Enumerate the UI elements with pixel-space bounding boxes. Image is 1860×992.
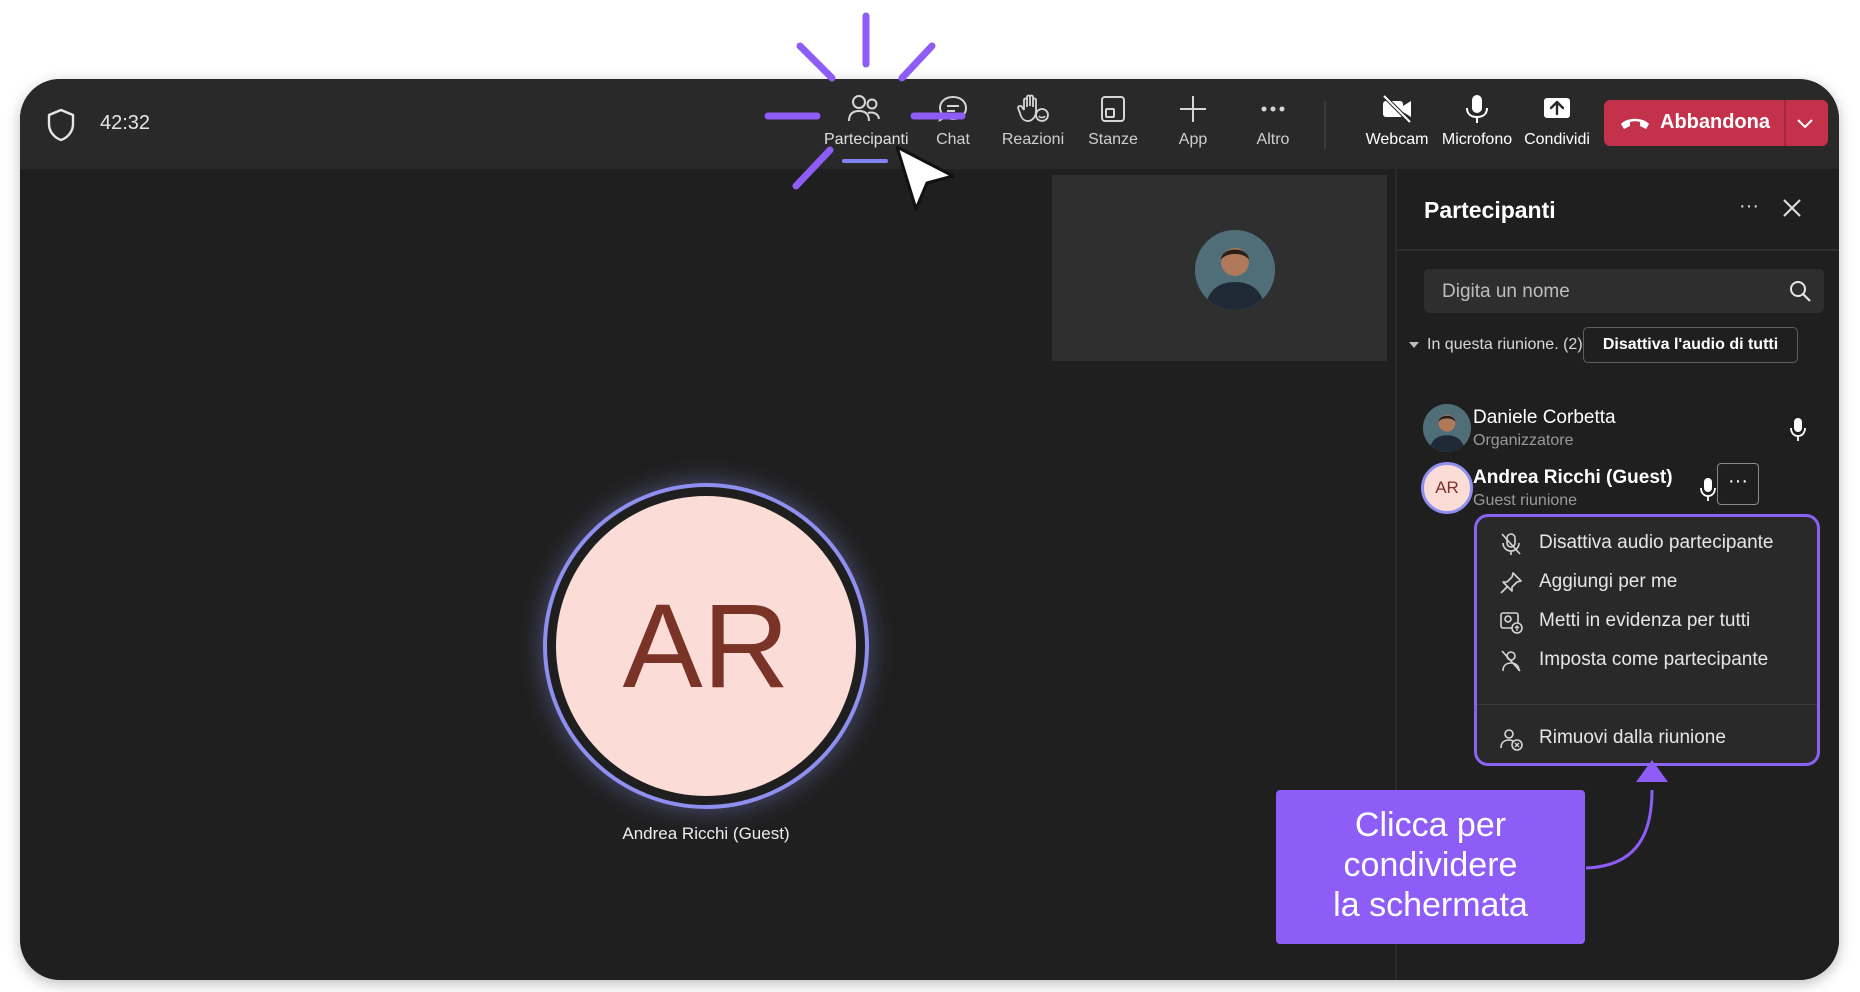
menu-item-label: Imposta come partecipante	[1539, 649, 1769, 670]
self-video-tile[interactable]	[1052, 175, 1387, 361]
share-label: Condividi	[1524, 131, 1590, 148]
camera-button[interactable]: Webcam	[1357, 93, 1437, 163]
participant-role: Organizzatore	[1473, 432, 1574, 449]
participants-label: Partecipanti	[824, 131, 909, 148]
profile-photo	[1195, 230, 1275, 310]
attendee-icon	[1501, 650, 1521, 672]
menu-item-mute-participant[interactable]: Disattiva audio partecipante	[1491, 523, 1801, 563]
caret-down-icon	[1409, 341, 1419, 348]
menu-item-label: Aggiungi per me	[1539, 571, 1678, 592]
microphone-icon	[1700, 478, 1716, 501]
menu-item-label: Rimuovi dalla riunione	[1539, 727, 1726, 748]
participant-role: Guest riunione	[1473, 492, 1578, 509]
close-icon[interactable]	[1779, 195, 1805, 221]
profile-photo	[1423, 404, 1471, 452]
chat-label: Chat	[936, 131, 970, 148]
search-input[interactable]	[1440, 279, 1764, 305]
microphone-icon	[1790, 418, 1806, 441]
mic-button[interactable]: Microfono	[1437, 93, 1517, 163]
meeting-timer: 42:32	[100, 112, 151, 134]
rooms-label: Stanze	[1088, 131, 1138, 148]
participant-row[interactable]: Daniele Corbetta Organizzatore	[1397, 399, 1839, 461]
search-box[interactable]	[1424, 269, 1824, 313]
panel-divider	[1397, 249, 1839, 251]
spotlight-icon	[1500, 612, 1523, 634]
apps-label: App	[1178, 131, 1208, 148]
participant-more-button[interactable]: ···	[1717, 463, 1759, 505]
share-screen-icon	[1544, 98, 1570, 118]
pin-icon	[1500, 572, 1522, 594]
plus-icon	[1180, 96, 1206, 122]
camera-off-icon	[1382, 94, 1412, 124]
share-button[interactable]: Condividi	[1517, 93, 1597, 163]
rooms-button[interactable]: Stanze	[1073, 93, 1153, 163]
chat-button[interactable]: Chat	[913, 93, 993, 163]
menu-item-label: Disattiva audio partecipante	[1539, 532, 1774, 553]
breakout-rooms-icon	[1101, 96, 1125, 122]
menu-item-pin[interactable]: Aggiungi per me	[1491, 562, 1801, 602]
search-icon[interactable]	[1788, 279, 1812, 303]
camera-label: Webcam	[1365, 131, 1429, 148]
avatar	[1195, 230, 1275, 310]
more-label: Altro	[1256, 131, 1290, 148]
apps-button[interactable]: App	[1153, 93, 1233, 163]
panel-more-button[interactable]: ···	[1733, 192, 1765, 224]
hang-up-icon	[1621, 118, 1649, 129]
menu-divider	[1477, 704, 1817, 705]
reactions-button[interactable]: Reazioni	[993, 93, 1073, 163]
more-icon	[1261, 106, 1285, 112]
menu-item-remove[interactable]: Rimuovi dalla riunione	[1491, 718, 1801, 758]
main-avatar[interactable]: AR	[556, 496, 856, 796]
participant-name: Daniele Corbetta	[1473, 407, 1616, 428]
in-meeting-section-toggle[interactable]: In questa riunione. (2)	[1409, 336, 1583, 354]
shield-icon[interactable]	[46, 108, 76, 142]
leave-label: Abbandona	[1660, 111, 1770, 133]
tutorial-callout: Clicca per condividere la schermata	[1276, 790, 1585, 944]
leave-divider	[1784, 100, 1786, 146]
avatar	[1423, 404, 1471, 452]
microphone-icon	[1466, 95, 1488, 123]
mic-label: Microfono	[1441, 131, 1513, 148]
main-participant-name: Andrea Ricchi (Guest)	[622, 824, 790, 843]
panel-title: Partecipanti	[1424, 197, 1556, 223]
chevron-down-icon[interactable]	[1794, 114, 1816, 132]
menu-item-label: Metti in evidenza per tutti	[1539, 610, 1751, 631]
mic-off-icon	[1501, 533, 1521, 555]
remove-person-icon	[1500, 729, 1523, 751]
toolbar-divider	[1324, 101, 1326, 149]
menu-item-make-attendee[interactable]: Imposta come partecipante	[1491, 640, 1801, 680]
participant-row[interactable]: AR Andrea Ricchi (Guest) Guest riunione …	[1397, 459, 1839, 521]
more-button[interactable]: Altro	[1233, 93, 1313, 163]
raise-hand-icon	[1017, 94, 1049, 122]
reactions-label: Reazioni	[1001, 131, 1065, 148]
active-tab-indicator	[842, 159, 888, 163]
mute-all-button[interactable]: Disattiva l'audio di tutti	[1583, 327, 1798, 363]
leave-button[interactable]: Abbandona	[1604, 100, 1828, 146]
chat-icon	[938, 95, 968, 122]
participant-name: Andrea Ricchi (Guest)	[1473, 467, 1673, 488]
people-icon	[848, 95, 880, 122]
avatar: AR	[1421, 462, 1473, 514]
meeting-toolbar: 42:32 Partecipanti Chat Reazioni Stanze …	[20, 79, 1839, 169]
section-label: In questa riunione. (2)	[1427, 336, 1583, 353]
participants-button[interactable]: Partecipanti	[824, 93, 909, 163]
participant-context-menu: Disattiva audio partecipante Aggiungi pe…	[1474, 514, 1820, 766]
menu-item-spotlight[interactable]: Metti in evidenza per tutti	[1491, 601, 1801, 641]
